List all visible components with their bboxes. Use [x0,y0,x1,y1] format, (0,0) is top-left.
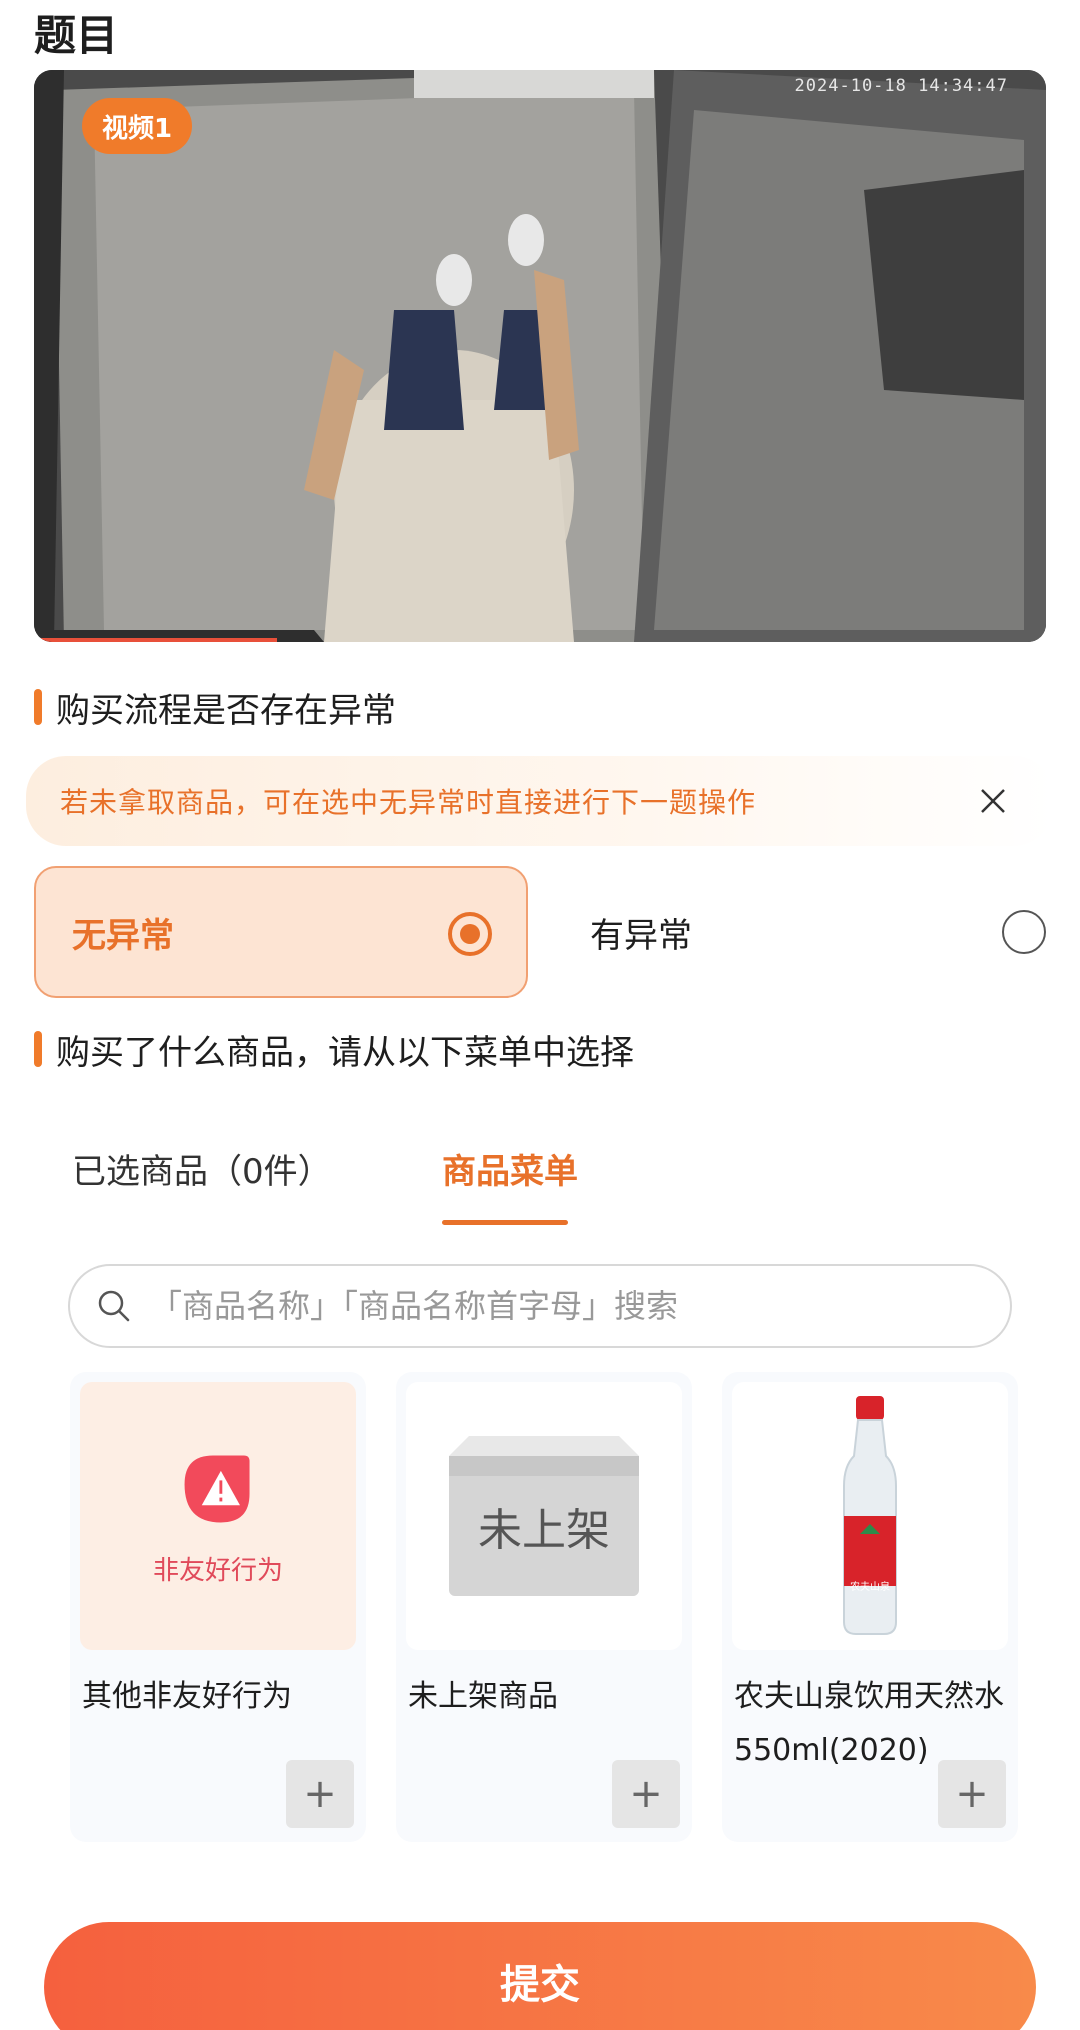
product-card[interactable]: 农夫山泉 农夫山泉饮用天然水550ml(2020) + [722,1372,1018,1842]
option-label: 无异常 [72,915,174,956]
search-icon [98,1290,130,1322]
video-progress-bar [34,638,277,642]
notice-banner: 若未拿取商品，可在选中无异常时直接进行下一题操作 [26,756,1054,846]
water-bottle-icon [843,1396,897,1635]
notice-text: 若未拿取商品，可在选中无异常时直接进行下一题操作 [60,786,757,819]
product-name: 其他非友好行为 [82,1679,292,1714]
plus-icon: + [629,1771,663,1817]
product-image: 农夫山泉 [732,1382,1008,1650]
video-player[interactable]: 视频1 2024-10-18 14:34:47 [34,70,1046,642]
close-icon[interactable] [970,778,1016,824]
question-1-text: 购买流程是否存在异常 [56,690,396,731]
add-button[interactable]: + [286,1760,354,1828]
add-button[interactable]: + [938,1760,1006,1828]
submit-button[interactable]: 提交 [44,1922,1036,2030]
product-image-label: 未上架 [478,1505,610,1556]
search-bar[interactable] [68,1264,1012,1348]
product-card[interactable]: 非友好行为 其他非友好行为 + [70,1372,366,1842]
video-frame [34,70,1046,642]
warning-icon [184,1455,250,1522]
option-no-abnormality[interactable]: 无异常 [34,866,528,998]
option-label: 有异常 [590,915,692,956]
question-1-title: 购买流程是否存在异常 [34,682,396,732]
product-image: 未上架 [406,1382,682,1650]
plus-icon: + [303,1771,337,1817]
product-image-label: 农夫山泉 [850,1582,890,1593]
add-button[interactable]: + [612,1760,680,1828]
box-icon: 未上架 [449,1436,639,1596]
question-2-text: 购买了什么商品，请从以下菜单中选择 [56,1032,634,1073]
tab-selected-products[interactable]: 已选商品（0件） [72,1150,332,1194]
product-image: 非友好行为 [80,1382,356,1650]
page-title: 题目 [34,11,119,60]
section-marker [34,1031,42,1067]
radio-unselected-icon[interactable] [1002,910,1046,954]
section-marker [34,689,42,725]
product-card[interactable]: 未上架 未上架商品 + [396,1372,692,1842]
product-image-label: 非友好行为 [152,1555,283,1586]
radio-selected-icon[interactable] [448,912,492,956]
video-timestamp: 2024-10-18 14:34:47 [794,76,1008,96]
video-badge: 视频1 [82,98,192,154]
option-abnormality[interactable]: 有异常 [556,866,1046,998]
question-2-title: 购买了什么商品，请从以下菜单中选择 [34,1024,634,1074]
plus-icon: + [955,1771,989,1817]
product-tabs: 已选商品（0件） 商品菜单 [34,1120,1046,1230]
tab-active-indicator [442,1220,568,1225]
product-name: 未上架商品 [408,1679,558,1714]
search-input[interactable] [150,1287,990,1325]
tab-product-menu[interactable]: 商品菜单 [442,1150,578,1194]
